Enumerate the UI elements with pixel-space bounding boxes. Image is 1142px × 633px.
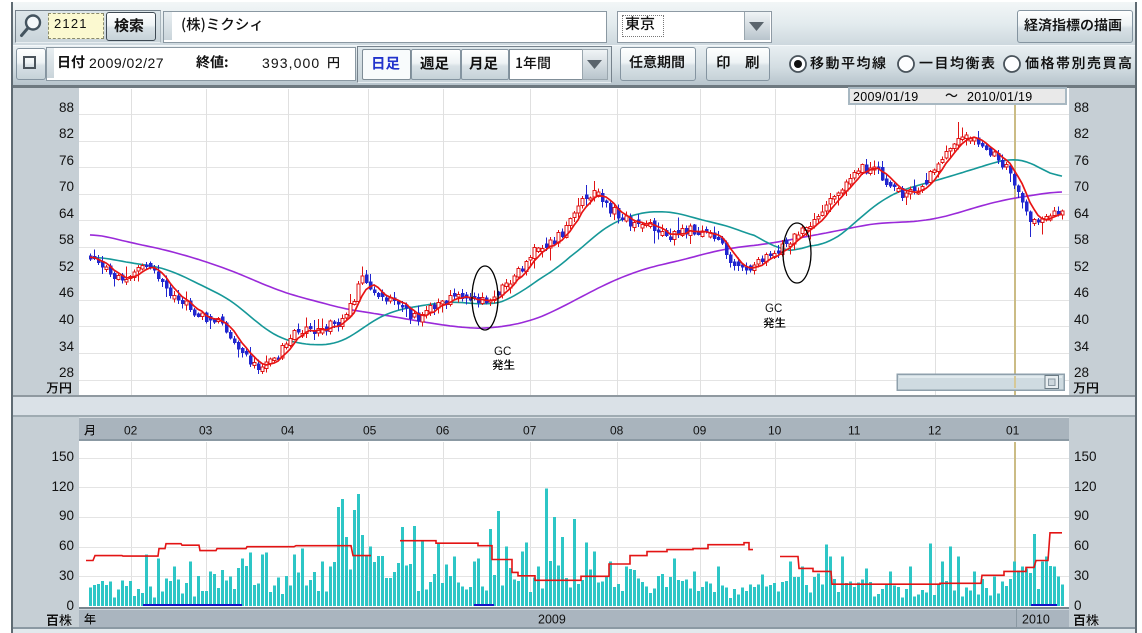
svg-text:09: 09 bbox=[693, 424, 707, 438]
svg-text:46: 46 bbox=[1074, 285, 1089, 300]
svg-text:90: 90 bbox=[1074, 508, 1089, 523]
svg-text:64: 64 bbox=[59, 206, 75, 221]
svg-text:2009: 2009 bbox=[538, 613, 566, 627]
svg-text:150: 150 bbox=[51, 449, 74, 464]
svg-text:01: 01 bbox=[1006, 424, 1020, 438]
svg-text:88: 88 bbox=[59, 100, 74, 115]
svg-text:GC: GC bbox=[765, 303, 782, 315]
svg-text:58: 58 bbox=[59, 232, 74, 247]
svg-text:34: 34 bbox=[1074, 339, 1090, 354]
svg-text:28: 28 bbox=[59, 365, 74, 380]
svg-text:120: 120 bbox=[51, 479, 74, 494]
svg-text:82: 82 bbox=[1074, 126, 1089, 141]
svg-text:90: 90 bbox=[59, 508, 74, 523]
svg-text:06: 06 bbox=[436, 424, 450, 438]
svg-text:76: 76 bbox=[59, 153, 74, 168]
svg-text:40: 40 bbox=[1074, 312, 1089, 327]
svg-text:64: 64 bbox=[1074, 206, 1090, 221]
svg-text:05: 05 bbox=[363, 424, 377, 438]
svg-text:03: 03 bbox=[199, 424, 213, 438]
svg-text:52: 52 bbox=[59, 259, 74, 274]
svg-text:120: 120 bbox=[1074, 479, 1097, 494]
svg-text:30: 30 bbox=[1074, 568, 1089, 583]
svg-text:12: 12 bbox=[928, 424, 942, 438]
svg-text:60: 60 bbox=[1074, 538, 1089, 553]
svg-text:04: 04 bbox=[281, 424, 295, 438]
svg-text:70: 70 bbox=[1074, 179, 1089, 194]
svg-text:46: 46 bbox=[59, 285, 74, 300]
svg-text:58: 58 bbox=[1074, 232, 1089, 247]
svg-text:70: 70 bbox=[59, 179, 74, 194]
svg-text:2010: 2010 bbox=[1022, 613, 1050, 627]
svg-text:60: 60 bbox=[59, 538, 74, 553]
svg-text:34: 34 bbox=[59, 339, 75, 354]
svg-text:0: 0 bbox=[1074, 598, 1082, 613]
svg-text:150: 150 bbox=[1074, 449, 1097, 464]
svg-text:GC: GC bbox=[494, 346, 511, 358]
svg-text:10: 10 bbox=[768, 424, 782, 438]
svg-text:30: 30 bbox=[59, 568, 74, 583]
svg-text:88: 88 bbox=[1074, 100, 1089, 115]
svg-text:28: 28 bbox=[1074, 365, 1089, 380]
svg-text:0: 0 bbox=[66, 598, 74, 613]
svg-text:02: 02 bbox=[124, 424, 138, 438]
svg-text:08: 08 bbox=[610, 424, 624, 438]
svg-text:07: 07 bbox=[523, 424, 537, 438]
svg-text:40: 40 bbox=[59, 312, 74, 327]
svg-text:82: 82 bbox=[59, 126, 74, 141]
svg-text:52: 52 bbox=[1074, 259, 1089, 274]
svg-text:11: 11 bbox=[848, 424, 861, 438]
svg-text:76: 76 bbox=[1074, 153, 1089, 168]
